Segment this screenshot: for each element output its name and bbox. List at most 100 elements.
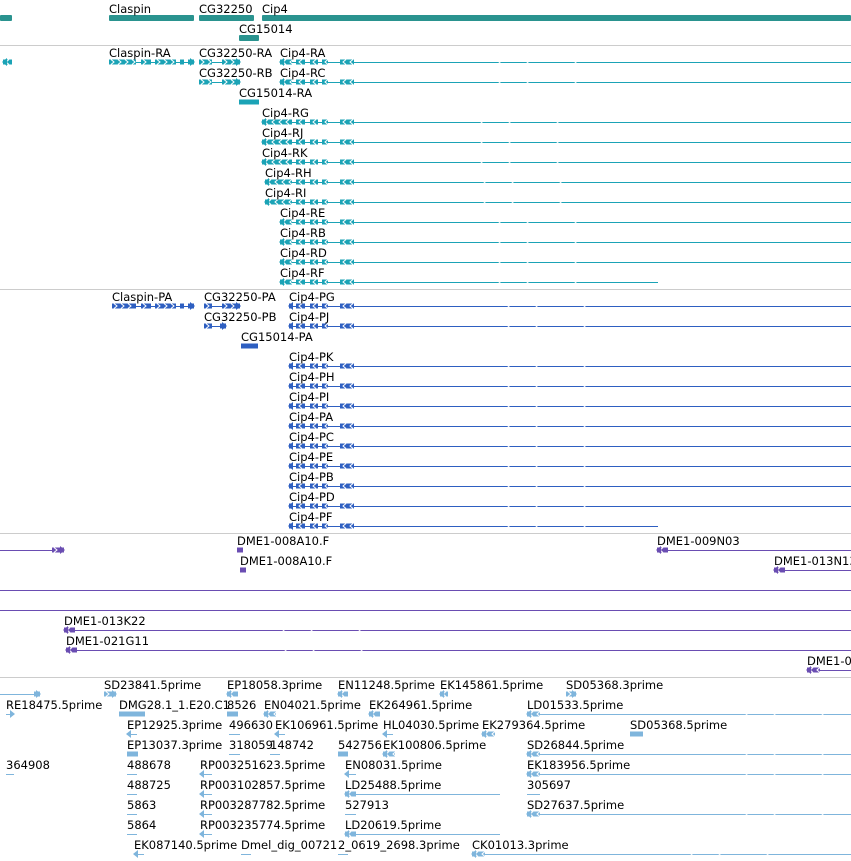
feature-dme1-013k22[interactable]: DME1-013K22 [63, 614, 851, 634]
feature-496630[interactable]: 496630 [229, 718, 273, 735]
feature-cip4-pi[interactable]: Cip4-PI [288, 390, 851, 410]
feature-cip4-pg[interactable]: Cip4-PG [288, 290, 851, 310]
feature-cip4-pe[interactable]: Cip4-PE [288, 450, 851, 470]
feature-dmg28-1-1-e20-c1[interactable]: DMG28.1_1.E20.C1 [119, 698, 230, 717]
feature-unlabeled[interactable] [0, 690, 41, 698]
feature-cip4-rk[interactable]: Cip4-RK [261, 146, 851, 166]
feature-unlabeled[interactable] [2, 58, 12, 66]
track-clones[interactable]: DME1-008A10.F DME1-009N03 DME1-008A10.F DME… [0, 534, 851, 674]
feature-claspin-ra[interactable]: Claspin-RA [109, 46, 195, 66]
feature-dme1-013n13[interactable]: DME1-013N13 [773, 554, 851, 574]
feature-ek087140-5prime[interactable]: EK087140.5prime [133, 838, 237, 858]
feature-ck01013-3prime[interactable]: CK01013.3prime [471, 838, 851, 858]
feature-cg15014[interactable]: CG15014 [239, 22, 293, 41]
feature-rp003235774-5prime[interactable]: RP003235774.5prime [199, 818, 325, 838]
feature-sd05368-5prime[interactable]: SD05368.5prime [630, 718, 727, 737]
feature-364908[interactable]: 364908 [6, 758, 50, 775]
feature-cip4-rb[interactable]: Cip4-RB [279, 226, 851, 246]
feature-488678[interactable]: 488678 [127, 758, 171, 775]
feature-cg32250-pa[interactable]: CG32250-PA [204, 290, 276, 310]
feature-cip4-pk[interactable]: Cip4-PK [288, 350, 851, 370]
feature-sd26844-5prime[interactable]: SD26844.5prime [526, 738, 851, 758]
feature-cip4-pd[interactable]: Cip4-PD [288, 490, 851, 510]
feature-cip4-ra[interactable]: Cip4-RA [279, 46, 851, 66]
feature-305697[interactable]: 305697 [527, 778, 571, 795]
feature-ek106961-5prime[interactable]: EK106961.5prime [274, 718, 378, 738]
feature-rp003251623-5prime[interactable]: RP003251623.5prime [199, 758, 325, 778]
feature-5863[interactable]: 5863 [127, 798, 156, 815]
feature-ld20619-5prime[interactable]: LD20619.5prime [344, 818, 500, 838]
feature-unlabeled[interactable] [0, 546, 65, 554]
feature-ek264961-5prime[interactable]: EK264961.5prime [368, 698, 472, 718]
feature-label: RP003287782.5prime [200, 798, 325, 812]
feature-claspin-pa[interactable]: Claspin-PA [112, 290, 195, 310]
feature-542756[interactable]: 542756 [338, 738, 382, 757]
feature-dme1-008a10-f[interactable]: DME1-008A10.F [240, 554, 332, 573]
feature-cip4[interactable]: Cip4 [262, 2, 851, 21]
feature-488725[interactable]: 488725 [127, 778, 171, 795]
feature-ek145861-5prime[interactable]: EK145861.5prime [439, 678, 543, 698]
feature-cg15014-pa[interactable]: CG15014-PA [241, 330, 313, 349]
feature-label: EK264961.5prime [369, 698, 472, 712]
feature-cip4-ri[interactable]: Cip4-RI [264, 186, 851, 206]
feature-dme1-009n03[interactable]: DME1-009N03 [656, 534, 851, 554]
feature-ep12925-3prime[interactable]: EP12925.3prime [126, 718, 222, 738]
track-ests[interactable]: SD23841.5prime EP18058.3prime EN11248.5pri… [0, 678, 851, 858]
feature-dme1-021g11[interactable]: DME1-021G11 [65, 634, 851, 654]
feature-sd27637-5prime[interactable]: SD27637.5prime [526, 798, 851, 818]
feature-8526[interactable]: 8526 [227, 698, 256, 717]
feature-cip4-pa[interactable]: Cip4-PA [288, 410, 851, 430]
feature-cip4-pc[interactable]: Cip4-PC [288, 430, 851, 450]
feature-cg32250-pb[interactable]: CG32250-PB [204, 310, 277, 330]
feature-claspin[interactable]: Claspin [109, 2, 194, 21]
feature-cip4-rf[interactable]: Cip4-RF [279, 266, 658, 286]
feature-rp003102857-5prime[interactable]: RP003102857.5prime [199, 778, 325, 798]
feature-cip4-rh[interactable]: Cip4-RH [264, 166, 851, 186]
track-proteins[interactable]: Claspin-PA CG32250-PA Cip4-PG CG32250-PB Cip… [112, 290, 851, 530]
feature-en04021-5prime[interactable]: EN04021.5prime [263, 698, 361, 718]
feature-cip4-rg[interactable]: Cip4-RG [261, 106, 851, 126]
feature-527913[interactable]: 527913 [345, 798, 389, 815]
feature-en08031-5prime[interactable]: EN08031.5prime [344, 758, 442, 778]
feature-cip4-rc[interactable]: Cip4-RC [279, 66, 851, 86]
feature-cg32250-rb[interactable]: CG32250-RB [199, 66, 273, 86]
feature-ld01533-5prime[interactable]: LD01533.5prime [526, 698, 851, 718]
feature-dmel-dig-00721[interactable]: Dmel_dig_00721 [241, 838, 337, 855]
feature-ek100806-5prime[interactable]: EK100806.5prime [382, 738, 486, 758]
feature-cip4-rd[interactable]: Cip4-RD [279, 246, 851, 266]
track-transcripts[interactable]: Claspin-RA CG32250-RA Cip4-RA CG32250-RB Cip… [2, 46, 851, 286]
feature-dme1-008a10-f[interactable]: DME1-008A10.F [237, 534, 329, 553]
feature-sd05368-3prime[interactable]: SD05368.3prime [566, 678, 663, 698]
feature-sd23841-5prime[interactable]: SD23841.5prime [104, 678, 201, 698]
feature-ep18058-3prime[interactable]: EP18058.3prime [226, 678, 322, 698]
feature-ep13037-3prime[interactable]: EP13037.3prime [127, 738, 222, 757]
feature-label: CG15014-RA [239, 86, 312, 100]
feature-cip4-re[interactable]: Cip4-RE [279, 206, 851, 226]
feature-ek183956-5prime[interactable]: EK183956.5prime [526, 758, 851, 778]
exon-block [630, 731, 643, 737]
exon-block [338, 751, 348, 757]
feature-ek279364-5prime[interactable]: EK279364.5prime [481, 718, 585, 738]
feature-cg32250[interactable]: CG32250 [199, 2, 254, 21]
feature-2-0619-2698-3prime[interactable]: 2_0619_2698.3prime [338, 838, 460, 855]
track-genes[interactable]: Claspin CG32250 Cip4 CG15014 [0, 2, 851, 41]
feature-label: Cip4-PI [289, 390, 329, 404]
feature-rp003287782-5prime[interactable]: RP003287782.5prime [199, 798, 325, 818]
feature-ld25488-5prime[interactable]: LD25488.5prime [344, 778, 500, 798]
feature-cip4-rj[interactable]: Cip4-RJ [261, 126, 851, 146]
feature-cg15014-ra[interactable]: CG15014-RA [239, 86, 312, 105]
feature-dme1-013n13[interactable]: DME1-013N13 [806, 654, 851, 674]
feature-cip4-pj[interactable]: Cip4-PJ [288, 310, 851, 330]
feature-cip4-pb[interactable]: Cip4-PB [288, 470, 851, 490]
exon-block [227, 711, 238, 717]
feature-en11248-5prime[interactable]: EN11248.5prime [337, 678, 435, 698]
feature-318059[interactable]: 318059 [229, 738, 273, 755]
feature-hl04030-5prime[interactable]: HL04030.5prime [382, 718, 479, 738]
feature-148742[interactable]: 148742 [270, 738, 314, 755]
feature-cip4-pf[interactable]: Cip4-PF [288, 510, 658, 530]
feature-unlabeled[interactable] [0, 15, 12, 21]
feature-re18475-5prime[interactable]: RE18475.5prime [6, 698, 102, 718]
feature-cip4-ph[interactable]: Cip4-PH [288, 370, 851, 390]
feature-5864[interactable]: 5864 [127, 818, 156, 835]
feature-cg32250-ra[interactable]: CG32250-RA [199, 46, 272, 66]
